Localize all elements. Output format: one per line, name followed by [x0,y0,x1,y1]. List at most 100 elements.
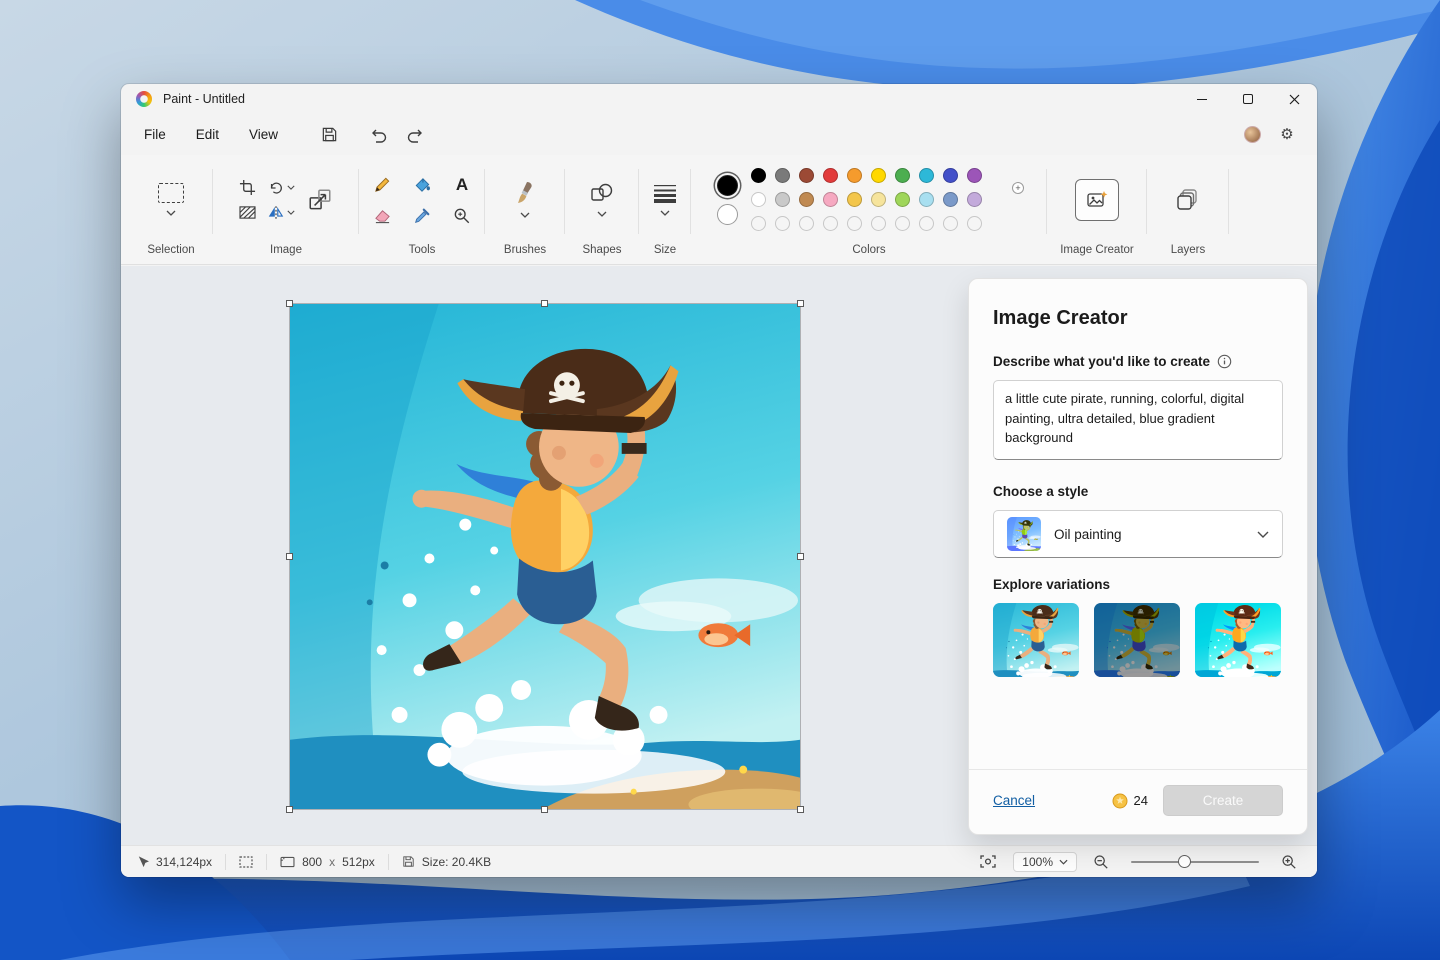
image-creator-button[interactable] [1075,179,1119,221]
palette-empty-slot[interactable] [751,216,766,231]
close-button[interactable] [1271,84,1317,114]
variation-2-thumbnail[interactable] [1094,603,1180,677]
resize-button[interactable] [307,187,333,213]
generated-image-canvas[interactable] [290,304,800,809]
chevron-down-icon[interactable] [287,185,295,190]
palette-swatch[interactable] [847,192,862,207]
cancel-button[interactable]: Cancel [993,793,1035,808]
zoom-slider-thumb[interactable] [1178,855,1191,868]
palette-empty-slot[interactable] [967,216,982,231]
palette-empty-slot[interactable] [847,216,862,231]
palette-swatch[interactable] [967,168,982,183]
palette-empty-slot[interactable] [775,216,790,231]
size-button[interactable] [653,183,677,216]
selection-handle-n[interactable] [541,300,548,307]
palette-grid [751,168,982,231]
prompt-input[interactable]: a little cute pirate, running, colorful,… [993,380,1283,460]
palette-empty-slot[interactable] [871,216,886,231]
zoom-fit-button[interactable] [974,850,1002,874]
status-separator [225,854,226,870]
undo-button[interactable] [361,120,397,150]
chevron-down-icon[interactable] [597,211,607,217]
variation-1-thumbnail[interactable] [993,603,1079,677]
tools-group-label: Tools [409,244,436,256]
layers-button[interactable] [1175,187,1201,213]
variation-3-thumbnail[interactable] [1195,603,1281,677]
variations-label: Explore variations [993,577,1283,592]
selection-handle-sw[interactable] [286,806,293,813]
shapes-button[interactable] [590,182,614,217]
selection-tool-button[interactable] [158,183,184,216]
account-avatar[interactable] [1244,126,1261,143]
selection-options-button[interactable] [239,205,256,220]
info-icon[interactable] [1217,354,1232,369]
palette-swatch[interactable] [871,168,886,183]
text-tool-button[interactable]: A [456,175,468,195]
palette-swatch[interactable] [847,168,862,183]
palette-empty-slot[interactable] [919,216,934,231]
chevron-down-icon[interactable] [287,210,295,215]
create-button[interactable]: Create [1163,785,1283,816]
zoom-out-button[interactable] [1088,850,1114,874]
palette-empty-slot[interactable] [895,216,910,231]
pencil-tool-button[interactable] [373,175,392,194]
primary-color-swatch[interactable] [717,175,738,196]
style-label: Choose a style [993,484,1283,499]
menu-file[interactable]: File [129,120,181,149]
menu-edit[interactable]: Edit [181,120,234,149]
secondary-color-swatch[interactable] [717,204,738,225]
eraser-tool-button[interactable] [373,207,392,224]
layers-icon [1175,187,1201,213]
palette-swatch[interactable] [823,168,838,183]
chevron-down-icon[interactable] [660,210,670,216]
maximize-button[interactable] [1225,84,1271,114]
palette-swatch[interactable] [871,192,886,207]
crop-button[interactable] [239,179,256,196]
image-creator-icon [1085,189,1109,211]
flip-button[interactable] [268,205,295,220]
palette-swatch[interactable] [895,192,910,207]
edit-colors-button[interactable]: + [995,187,1021,213]
palette-swatch[interactable] [751,192,766,207]
settings-button[interactable]: ⚙ [1269,120,1305,150]
rotate-button[interactable] [268,180,295,196]
brushes-button[interactable] [514,181,536,218]
palette-swatch[interactable] [799,192,814,207]
eyedropper-icon [413,207,431,225]
palette-empty-slot[interactable] [823,216,838,231]
chevron-down-icon[interactable] [520,212,530,218]
palette-swatch[interactable] [775,192,790,207]
palette-swatch[interactable] [799,168,814,183]
chevron-down-icon[interactable] [166,210,176,216]
selection-handle-e[interactable] [797,553,804,560]
selection-handle-s[interactable] [541,806,548,813]
palette-swatch[interactable] [919,168,934,183]
palette-swatch[interactable] [775,168,790,183]
zoom-level-dropdown[interactable]: 100% [1013,852,1077,872]
palette-swatch[interactable] [943,168,958,183]
palette-empty-slot[interactable] [943,216,958,231]
selection-handle-se[interactable] [797,806,804,813]
zoom-fit-icon [980,855,996,868]
selection-handle-w[interactable] [286,553,293,560]
zoom-slider[interactable] [1131,861,1259,863]
palette-swatch[interactable] [823,192,838,207]
palette-swatch[interactable] [919,192,934,207]
style-dropdown[interactable]: Oil painting [993,510,1283,558]
menu-view[interactable]: View [234,120,293,149]
selection-handle-ne[interactable] [797,300,804,307]
palette-swatch[interactable] [895,168,910,183]
palette-swatch[interactable] [751,168,766,183]
fill-tool-button[interactable] [412,175,432,194]
zoom-in-button[interactable] [1276,850,1302,874]
magnifier-tool-button[interactable] [453,207,471,225]
selection-handle-nw[interactable] [286,300,293,307]
palette-swatch[interactable] [943,192,958,207]
save-button[interactable] [311,120,347,150]
minimize-button[interactable] [1179,84,1225,114]
image-creator-panel: Image Creator Describe what you'd like t… [968,278,1308,835]
redo-button[interactable] [397,120,433,150]
palette-empty-slot[interactable] [799,216,814,231]
color-picker-tool-button[interactable] [413,207,431,225]
palette-swatch[interactable] [967,192,982,207]
